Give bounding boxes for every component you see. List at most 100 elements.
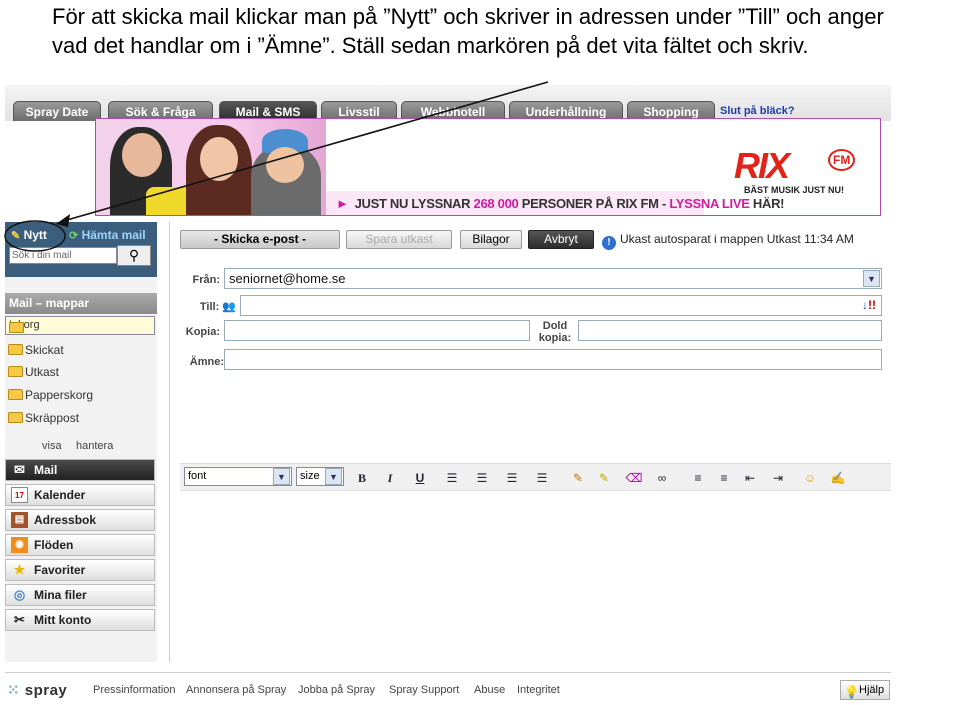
rix-fm-logo: RIX FM BÄST MUSIK JUST NU! (722, 131, 872, 195)
mail-actions: ✎ Nytt ⟳ Hämta mail Sök i din mail ⚲ (5, 222, 157, 277)
folder-inkorg[interactable]: Inkorg (5, 316, 155, 335)
manage-folders-link[interactable]: hantera (76, 440, 113, 452)
font-select[interactable]: font ▼ (184, 467, 292, 486)
folder-icon (9, 322, 24, 333)
size-select[interactable]: size ▼ (296, 467, 344, 486)
addressbook-icon: ▤ (11, 512, 28, 528)
autosave-status: ! Ukast autosparat i mappen Utkast 11:34 … (602, 232, 854, 250)
chevron-down-icon[interactable]: ▼ (273, 468, 290, 485)
folder-skrappost[interactable]: Skräppost (5, 407, 155, 429)
to-label: Till: 👥 (199, 301, 236, 313)
align-center-icon[interactable]: ☰ (472, 469, 492, 487)
outdent-icon[interactable]: ⇤ (740, 469, 760, 487)
smiley-icon[interactable]: ☺ (800, 469, 820, 487)
refresh-icon: ⟳ (69, 230, 79, 242)
cancel-button[interactable]: Avbryt (528, 230, 594, 249)
folder-icon (8, 412, 23, 423)
star-icon: ★ (13, 562, 26, 577)
pencil-icon: ✎ (11, 230, 21, 242)
compose-panel: - Skicka e-post - Spara utkast Bilagor A… (169, 222, 891, 662)
banner-photo (96, 119, 326, 215)
nav-mail[interactable]: ✉ Mail (5, 459, 155, 481)
instruction-line-2: vad det handlar om i ”Ämne”. Ställ sedan… (52, 33, 809, 58)
tab-spray-date[interactable]: Spray Date (13, 101, 101, 121)
align-right-icon[interactable]: ☰ (502, 469, 522, 487)
search-button[interactable]: ⚲ (117, 245, 151, 266)
spray-logo: ⁙ spray (7, 682, 68, 699)
nav-kalender[interactable]: 17 Kalender (5, 484, 155, 506)
footer-link-privacy[interactable]: Integritet (517, 684, 560, 696)
folder-icon (8, 366, 23, 377)
footer-link-abuse[interactable]: Abuse (474, 684, 505, 696)
footer-link-advertise[interactable]: Annonsera på Spray (186, 684, 286, 696)
bcc-label: Dold kopia: (538, 320, 572, 344)
signature-icon[interactable]: ✍ (828, 469, 848, 487)
info-icon: ! (602, 236, 616, 250)
underline-button[interactable]: U (410, 469, 430, 487)
top-nav: Spray Date Sök & Fråga Mail & SMS Livsst… (5, 85, 891, 121)
nav-adressbok[interactable]: ▤ Adressbok (5, 509, 155, 531)
align-left-icon[interactable]: ☰ (442, 469, 462, 487)
chevron-down-icon[interactable]: ▼ (863, 270, 880, 287)
footer-link-support[interactable]: Spray Support (389, 684, 459, 696)
new-mail-button[interactable]: ✎ Nytt (11, 228, 47, 242)
footer: ⁙ spray Pressinformation Annonsera på Sp… (5, 672, 891, 705)
folder-utkast[interactable]: Utkast (5, 361, 155, 383)
cc-label: Kopia: (185, 326, 220, 338)
bcc-input[interactable] (578, 320, 882, 341)
from-label: Från: (192, 274, 221, 286)
nav-floden[interactable]: ◉ Flöden (5, 534, 155, 556)
cc-input[interactable] (224, 320, 530, 341)
show-folders-link[interactable]: visa (42, 440, 62, 452)
sidebar: ✎ Nytt ⟳ Hämta mail Sök i din mail ⚲ Mai… (5, 222, 157, 662)
envelope-icon: ✉ (14, 462, 25, 477)
bold-button[interactable]: B (352, 469, 372, 487)
message-body-editor[interactable] (180, 492, 891, 658)
eraser-icon[interactable]: ⌫ (624, 469, 644, 487)
nav-mitt-konto[interactable]: ✂ Mitt konto (5, 609, 155, 631)
subject-input[interactable] (224, 349, 882, 370)
formatting-toolbar: font ▼ size ▼ B I U ☰ ☰ ☰ ☰ ✎ ✎ ⌫ ∞ ≡ ≡ ⇤ … (180, 463, 891, 491)
numbered-list-icon[interactable]: ≡ (688, 469, 708, 487)
chevron-down-icon[interactable]: ▼ (325, 468, 342, 485)
footer-link-press[interactable]: Pressinformation (93, 684, 176, 696)
ink-link[interactable]: Slut på bläck? (720, 105, 795, 117)
search-icon: ⚲ (128, 247, 140, 263)
disc-icon: ◎ (13, 587, 26, 602)
bullet-list-icon[interactable]: ≡ (714, 469, 734, 487)
spray-mail-screenshot: Spray Date Sök & Fråga Mail & SMS Livsst… (5, 85, 891, 705)
text-color-icon[interactable]: ✎ (568, 469, 588, 487)
subject-label: Ämne: (189, 356, 224, 368)
help-button[interactable]: 💡 Hjälp (840, 680, 890, 700)
nav-favoriter[interactable]: ★ Favoriter (5, 559, 155, 581)
nav-mina-filer[interactable]: ◎ Mina filer (5, 584, 155, 606)
from-select[interactable]: seniornet@home.se ▼ (224, 268, 882, 289)
folder-icon (8, 344, 23, 355)
contacts-icon[interactable]: 👥 (222, 301, 236, 313)
rss-icon: ◉ (11, 537, 28, 553)
italic-button[interactable]: I (380, 469, 400, 487)
tools-icon: ✂ (14, 612, 25, 627)
instruction-text: För att skicka mail klickar man på ”Nytt… (52, 2, 957, 60)
banner-text: ► JUST NU LYSSNAR 268 000 PERSONER PÅ RIX… (336, 196, 785, 211)
link-icon[interactable]: ∞ (652, 469, 672, 487)
rix-fm-banner[interactable]: ► JUST NU LYSSNAR 268 000 PERSONER PÅ RIX… (95, 118, 881, 216)
send-button[interactable]: - Skicka e-post - (180, 230, 340, 249)
folder-skickat[interactable]: Skickat (5, 339, 155, 361)
attachments-button[interactable]: Bilagor (460, 230, 522, 249)
folders-heading: Mail – mappar (5, 293, 157, 314)
highlight-color-icon[interactable]: ✎ (594, 469, 614, 487)
to-input[interactable] (240, 295, 882, 316)
save-draft-button[interactable]: Spara utkast (346, 230, 452, 249)
footer-link-jobs[interactable]: Jobba på Spray (298, 684, 375, 696)
folder-icon (8, 389, 23, 400)
fetch-mail-button[interactable]: ⟳ Hämta mail (69, 228, 146, 242)
mail-search-input[interactable]: Sök i din mail (9, 247, 117, 264)
folder-papperskorg[interactable]: Papperskorg (5, 384, 155, 406)
indent-icon[interactable]: ⇥ (768, 469, 788, 487)
priority-icon[interactable]: ↓!! (862, 298, 876, 312)
calendar-icon: 17 (11, 487, 28, 503)
instruction-line-1: För att skicka mail klickar man på ”Nytt… (52, 4, 884, 29)
lightbulb-icon: 💡 (844, 685, 859, 699)
align-justify-icon[interactable]: ☰ (532, 469, 552, 487)
